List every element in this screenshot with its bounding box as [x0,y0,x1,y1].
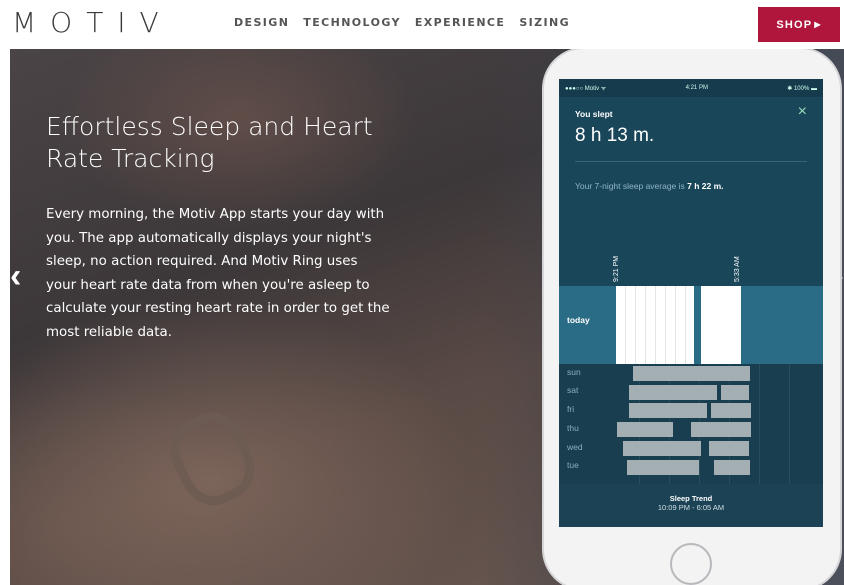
today-sleep-bar [616,286,694,364]
grid-line [789,364,790,484]
average-value: 7 h 22 m. [687,181,724,191]
top-navigation-bar: MOTIV DESIGN TECHNOLOGY EXPERIENCE SIZIN… [0,0,844,46]
main-nav: DESIGN TECHNOLOGY EXPERIENCE SIZING [234,16,570,29]
sleep-bar-sun [633,366,750,381]
sleep-trend-footer[interactable]: Sleep Trend 10:09 PM - 6:05 AM [559,484,823,527]
shop-button[interactable]: SHOP ▶ [758,7,840,42]
sleep-bar-fri [711,403,751,418]
nav-technology[interactable]: TECHNOLOGY [303,16,401,29]
close-icon[interactable]: × [798,103,807,121]
motiv-ring-image [159,402,266,516]
day-label-tue: tue [567,460,579,470]
nav-experience[interactable]: EXPERIENCE [415,16,505,29]
day-label-sun: sun [567,367,581,377]
sleep-bar-sat [629,385,717,400]
sleep-bar-thu [617,422,673,437]
sleep-duration: 8 h 13 m. [575,125,655,146]
sleep-bar-fri [629,403,707,418]
sleep-average-text: Your 7-night sleep average is 7 h 22 m. [575,181,724,191]
shop-label: SHOP [776,18,813,31]
day-label-sat: sat [567,385,579,395]
sleep-trend-range: 10:09 PM - 6:05 AM [657,503,725,512]
sleep-bar-thu [691,422,751,437]
sleep-bar-wed [709,441,749,456]
day-label-wed: wed [567,442,583,452]
hero-section: Effortless Sleep and Heart Rate Tracking… [10,49,844,585]
nav-sizing[interactable]: SIZING [519,16,570,29]
sleep-bar-tue [627,460,699,475]
motiv-logo[interactable]: MOTIV [12,6,173,39]
status-time: 4:21 PM [685,85,708,91]
hero-headline: Effortless Sleep and Heart Rate Tracking [46,112,373,173]
today-sleep-bar [701,286,741,364]
play-arrow-icon: ▶ [814,20,822,29]
phone-screen: ●●●○○ Motiv ᯤ 4:21 PM ✱ 100% ▬ You slept… [559,79,823,527]
sleep-bar-tue [714,460,750,475]
day-label-fri: fri [567,404,575,414]
chevron-left-icon[interactable]: ‹ [10,257,21,296]
status-battery: ✱ 100% ▬ [787,85,817,92]
sleep-bar-wed [623,441,701,456]
average-prefix: Your 7-night sleep average is [575,181,688,191]
nav-design[interactable]: DESIGN [234,16,289,29]
sleep-end-time: 5:33 AM [734,256,741,282]
sleep-summary: You slept × 8 h 13 m. Your 7-night sleep… [559,97,823,297]
sleep-trend-title: Sleep Trend [669,494,713,503]
today-label: today [567,315,590,325]
hero-body-text: Every morning, the Motiv App starts your… [46,207,390,340]
phone-status-bar: ●●●○○ Motiv ᯤ 4:21 PM ✱ 100% ▬ [559,79,823,97]
grid-line [759,364,760,484]
status-carrier: ●●●○○ Motiv ᯤ [565,86,607,92]
sleep-start-time: 9:21 PM [613,255,620,282]
phone-home-button [670,543,712,585]
phone-mockup: ●●●○○ Motiv ᯤ 4:21 PM ✱ 100% ▬ You slept… [544,49,840,585]
day-label-thu: thu [567,423,579,433]
divider [575,161,807,162]
you-slept-label: You slept [575,109,613,119]
sleep-bar-sat [721,385,749,400]
